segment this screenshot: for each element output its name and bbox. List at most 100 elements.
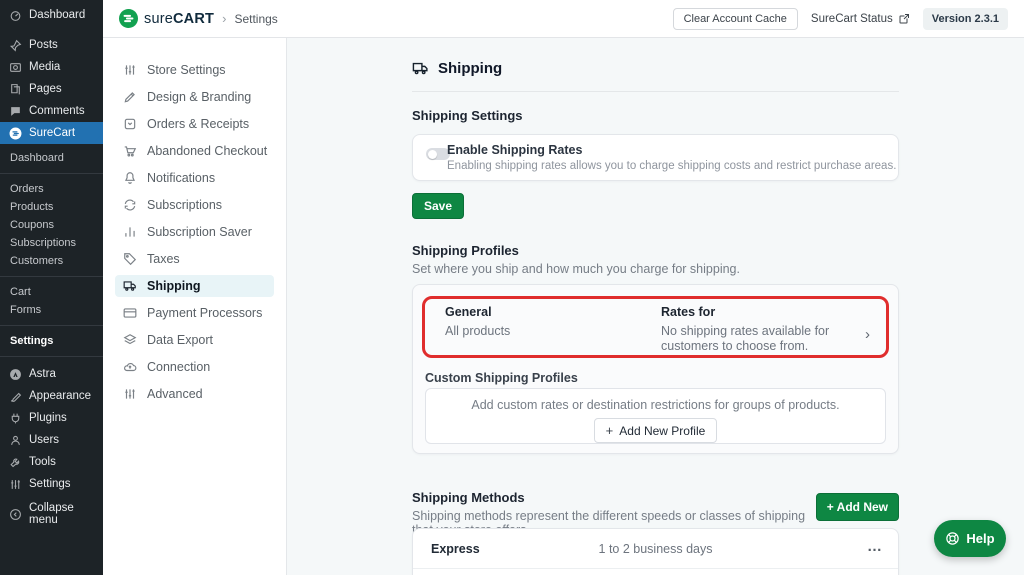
sidebar-divider	[0, 276, 103, 277]
nav-item-abandoned-checkout[interactable]: Abandoned Checkout	[115, 140, 274, 162]
bell-icon	[125, 172, 135, 184]
brand-wordmark: sureCART	[144, 10, 215, 27]
sidebar-divider	[0, 325, 103, 326]
surecart-status-link[interactable]: SureCart Status	[811, 13, 910, 25]
wp-menu-collapse[interactable]: Collapse menu	[0, 502, 103, 526]
nav-item-payment-processors[interactable]: Payment Processors	[115, 302, 274, 324]
lifebuoy-icon	[946, 532, 960, 545]
tag-icon	[124, 253, 137, 266]
wp-menu-appearance[interactable]: Appearance	[0, 385, 103, 407]
wp-menu-tools[interactable]: Tools	[0, 451, 103, 473]
general-profile-label: General	[445, 305, 492, 319]
nav-item-advanced[interactable]: Advanced	[115, 383, 274, 405]
nav-item-design-branding[interactable]: Design & Branding	[115, 86, 274, 108]
shipping-method-row[interactable]: Express 1 to 2 business days …	[413, 529, 898, 569]
nav-item-subscription-saver[interactable]: Subscription Saver	[115, 221, 274, 243]
pen-icon	[124, 92, 135, 103]
nav-item-taxes[interactable]: Taxes	[115, 248, 274, 270]
media-icon	[10, 62, 21, 72]
truck-icon	[123, 281, 136, 291]
profile-row-chevron-icon[interactable]: ›	[865, 326, 870, 343]
wp-menu-pages[interactable]: Pages	[0, 78, 103, 100]
wp-submenu-forms[interactable]: Forms	[0, 301, 103, 319]
astra-icon	[10, 368, 21, 380]
bar-chart-icon	[125, 227, 135, 237]
rates-for-label: Rates for	[661, 305, 716, 319]
wp-submenu-cart[interactable]: Cart	[0, 283, 103, 301]
rates-for-value: No shipping rates available for customer…	[661, 324, 830, 353]
nav-item-data-export[interactable]: Data Export	[115, 329, 274, 351]
custom-profiles-hint: Add custom rates or destination restrict…	[471, 398, 840, 412]
wp-menu-dashboard[interactable]: Dashboard	[0, 4, 103, 26]
wp-submenu-customers[interactable]: Customers	[0, 252, 103, 270]
cloud-icon	[124, 362, 137, 372]
wp-submenu-products[interactable]: Products	[0, 198, 103, 216]
toggle-label: Enable Shipping Rates	[447, 143, 583, 157]
credit-card-icon	[123, 308, 137, 318]
wp-menu-users[interactable]: Users	[0, 429, 103, 451]
plug-icon	[11, 413, 20, 423]
wp-menu-surecart[interactable]: SureCart	[0, 122, 103, 144]
nav-item-subscriptions[interactable]: Subscriptions	[115, 194, 274, 216]
add-new-profile-button[interactable]: + Add New Profile	[593, 418, 718, 443]
sliders-icon	[11, 479, 20, 489]
wp-submenu-subscriptions[interactable]: Subscriptions	[0, 234, 103, 252]
shipping-settings-card: Enable Shipping Rates Enabling shipping …	[412, 134, 899, 181]
add-new-method-button[interactable]: + Add New	[815, 493, 899, 521]
shipping-methods-card: Express 1 to 2 business days …	[412, 528, 899, 575]
pushpin-icon	[9, 39, 22, 52]
user-icon	[11, 435, 20, 445]
wp-menu-posts[interactable]: Posts	[0, 34, 103, 56]
toggle-description: Enabling shipping rates allows you to ch…	[447, 160, 897, 172]
comments-icon	[11, 106, 20, 116]
layers-icon	[123, 334, 137, 345]
wp-menu-comments[interactable]: Comments	[0, 100, 103, 122]
wp-menu-media[interactable]: Media	[0, 56, 103, 78]
custom-profiles-empty-box: Add custom rates or destination restrict…	[425, 388, 886, 444]
truck-icon	[412, 62, 428, 75]
save-button[interactable]: Save	[412, 193, 465, 219]
shipping-profiles-subheading: Set where you ship and how much you char…	[412, 262, 740, 276]
method-speed: 1 to 2 business days	[598, 542, 713, 556]
shipping-settings-heading: Shipping Settings	[412, 108, 523, 123]
gauge-icon	[10, 10, 21, 21]
help-button[interactable]: Help	[934, 520, 1006, 557]
shipping-profiles-heading: Shipping Profiles	[412, 243, 519, 258]
topbar-actions: Clear Account Cache SureCart Status Vers…	[672, 7, 1008, 30]
page-title: Shipping	[438, 60, 503, 77]
surecart-logo-icon	[9, 127, 22, 139]
wp-submenu-orders[interactable]: Orders	[0, 180, 103, 198]
wp-submenu-settings-current[interactable]: Settings	[0, 332, 103, 350]
wp-menu-astra[interactable]: Astra	[0, 363, 103, 385]
custom-profiles-heading: Custom Shipping Profiles	[425, 371, 578, 385]
wp-menu-plugins[interactable]: Plugins	[0, 407, 103, 429]
row-menu-icon[interactable]: …	[867, 538, 882, 555]
version-badge: Version 2.3.1	[922, 7, 1008, 30]
receipt-icon	[124, 118, 136, 130]
shipping-profiles-card: General All products Rates for No shippi…	[412, 284, 899, 454]
shipping-methods-heading: Shipping Methods	[412, 490, 525, 505]
clear-account-cache-button[interactable]: Clear Account Cache	[672, 7, 798, 30]
surecart-brand: sureCART	[119, 9, 214, 28]
breadcrumb: Settings	[234, 11, 278, 26]
nav-item-notifications[interactable]: Notifications	[115, 167, 274, 189]
wp-submenu-coupons[interactable]: Coupons	[0, 216, 103, 234]
sidebar-divider	[0, 173, 103, 174]
settings-nav-sidebar: Store Settings Design & Branding Orders …	[103, 38, 287, 575]
wrench-icon	[10, 458, 20, 467]
wp-submenu-surecart-dashboard[interactable]: Dashboard	[0, 149, 103, 167]
nav-item-shipping[interactable]: Shipping	[115, 275, 274, 297]
collapse-arrow-icon	[10, 508, 21, 520]
breadcrumb-chevron: ›	[222, 11, 227, 26]
sliders-icon	[125, 65, 135, 75]
nav-item-orders-receipts[interactable]: Orders & Receipts	[115, 113, 274, 135]
plus-icon: +	[605, 423, 614, 438]
surecart-topbar: sureCART › Settings Clear Account Cache …	[103, 0, 1024, 38]
wp-menu-settings[interactable]: Settings	[0, 473, 103, 495]
pages-icon	[11, 83, 20, 94]
nav-item-connection[interactable]: Connection	[115, 356, 274, 378]
header-divider	[412, 91, 899, 92]
toggle-knob	[427, 149, 437, 159]
nav-item-store-settings[interactable]: Store Settings	[115, 59, 274, 81]
general-profile-value: All products	[445, 324, 511, 338]
